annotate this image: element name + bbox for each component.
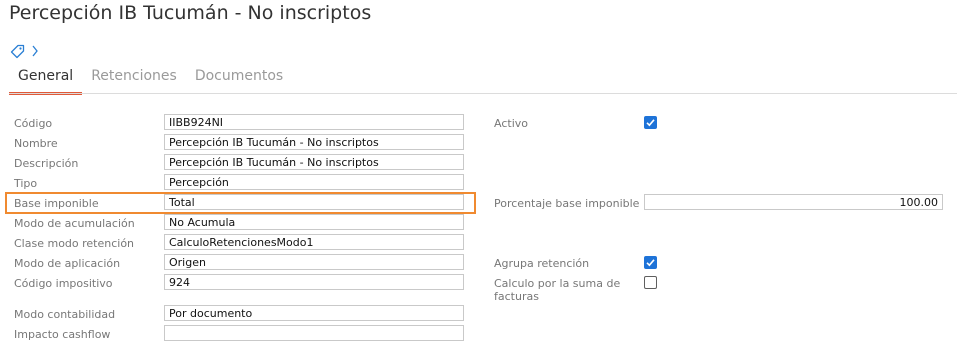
impacto-cashflow-label: Impacto cashflow	[14, 328, 111, 341]
tab-divider	[9, 93, 957, 94]
codigo-label: Código	[14, 117, 53, 130]
impacto-cashflow-field[interactable]	[164, 325, 464, 341]
porcentaje-field[interactable]: 100.00	[644, 194, 943, 210]
nombre-field[interactable]: Percepción IB Tucumán - No inscriptos	[164, 134, 464, 150]
tipo-field[interactable]: Percepción	[164, 174, 464, 190]
tag-icon[interactable]	[10, 44, 25, 59]
modo-contabilidad-label: Modo contabilidad	[14, 308, 116, 321]
codigo-impositivo-label: Código impositivo	[14, 277, 113, 290]
modo-aplicacion-field[interactable]: Origen	[164, 254, 464, 270]
agrupa-label: Agrupa retención	[494, 257, 590, 270]
modo-acumulacion-label: Modo de acumulación	[14, 217, 135, 230]
tab-documentos[interactable]: Documentos	[186, 64, 292, 92]
activo-checkbox[interactable]	[644, 116, 657, 129]
modo-aplicacion-label: Modo de aplicación	[14, 257, 121, 270]
page-title: Percepción IB Tucumán - No inscriptos	[9, 2, 372, 24]
agrupa-checkbox[interactable]	[644, 256, 657, 269]
modo-contabilidad-field[interactable]: Por documento	[164, 305, 464, 321]
calculo-label: Calculo por la suma de facturas	[494, 277, 634, 303]
tipo-label: Tipo	[14, 177, 38, 190]
nombre-label: Nombre	[14, 137, 58, 150]
tab-retenciones[interactable]: Retenciones	[82, 64, 186, 92]
descripcion-field[interactable]: Percepción IB Tucumán - No inscriptos	[164, 154, 464, 170]
clase-modo-retencion-label: Clase modo retención	[14, 237, 135, 250]
tab-general[interactable]: General	[9, 64, 83, 95]
chevron-right-icon[interactable]	[31, 44, 39, 58]
activo-label: Activo	[494, 117, 528, 130]
breadcrumb	[10, 41, 39, 61]
descripcion-label: Descripción	[14, 157, 79, 170]
calculo-label-line1: Calculo por la suma de	[494, 277, 621, 290]
highlight-box	[5, 192, 476, 214]
modo-acumulacion-field[interactable]: No Acumula	[164, 214, 464, 230]
clase-modo-retencion-field[interactable]: CalculoRetencionesModo1	[164, 234, 464, 250]
codigo-field[interactable]: IIBB924NI	[164, 114, 464, 130]
codigo-impositivo-field[interactable]: 924	[164, 274, 464, 290]
calculo-checkbox[interactable]	[644, 276, 657, 289]
calculo-label-line2: facturas	[494, 290, 539, 303]
porcentaje-label: Porcentaje base imponible	[494, 197, 640, 210]
tab-bar: General Retenciones Documentos	[9, 64, 292, 95]
